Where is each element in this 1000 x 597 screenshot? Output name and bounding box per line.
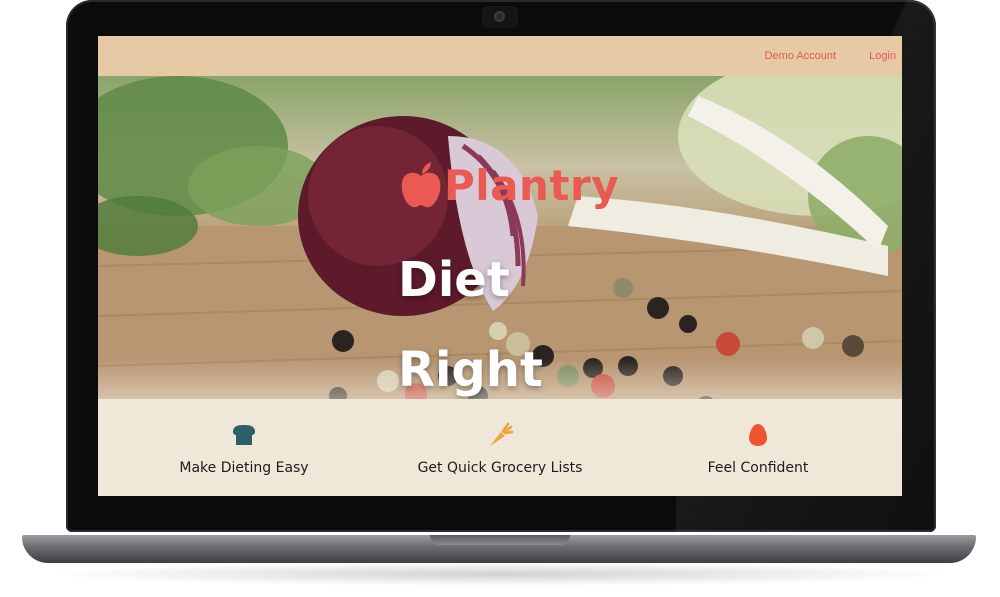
features-section: Make Dieting Easy Get Quick Grocery List… [98, 399, 902, 496]
feature-make-dieting-easy: Make Dieting Easy [114, 421, 374, 477]
egg-icon [749, 424, 767, 446]
feature-label: Get Quick Grocery Lists [417, 460, 583, 476]
feature-label: Feel Confident [707, 460, 809, 476]
bread-icon [233, 425, 255, 445]
hero-headline-line-2: Right [398, 342, 543, 398]
navbar: Demo Account Login [98, 36, 902, 76]
apple-icon [401, 162, 441, 208]
hero-banner: Plantry Diet Right [98, 76, 902, 399]
carrot-icon [490, 422, 514, 446]
brand-logo[interactable]: Plantry [398, 160, 619, 212]
camera-icon [494, 11, 505, 22]
base-shadow [40, 562, 960, 586]
hero-headline-line-1: Diet [398, 252, 510, 308]
nav-link-login[interactable]: Login [869, 50, 896, 62]
screen: Demo Account Login Plantry Diet Right Ma… [98, 36, 902, 496]
feature-label: Make Dieting Easy [179, 460, 309, 476]
brand-name: Plantry [444, 161, 620, 210]
feature-feel-confident: Feel Confident [628, 421, 888, 477]
feature-grocery-lists: Get Quick Grocery Lists [370, 421, 630, 477]
nav-link-demo-account[interactable]: Demo Account [765, 50, 837, 62]
base-notch [430, 535, 570, 545]
